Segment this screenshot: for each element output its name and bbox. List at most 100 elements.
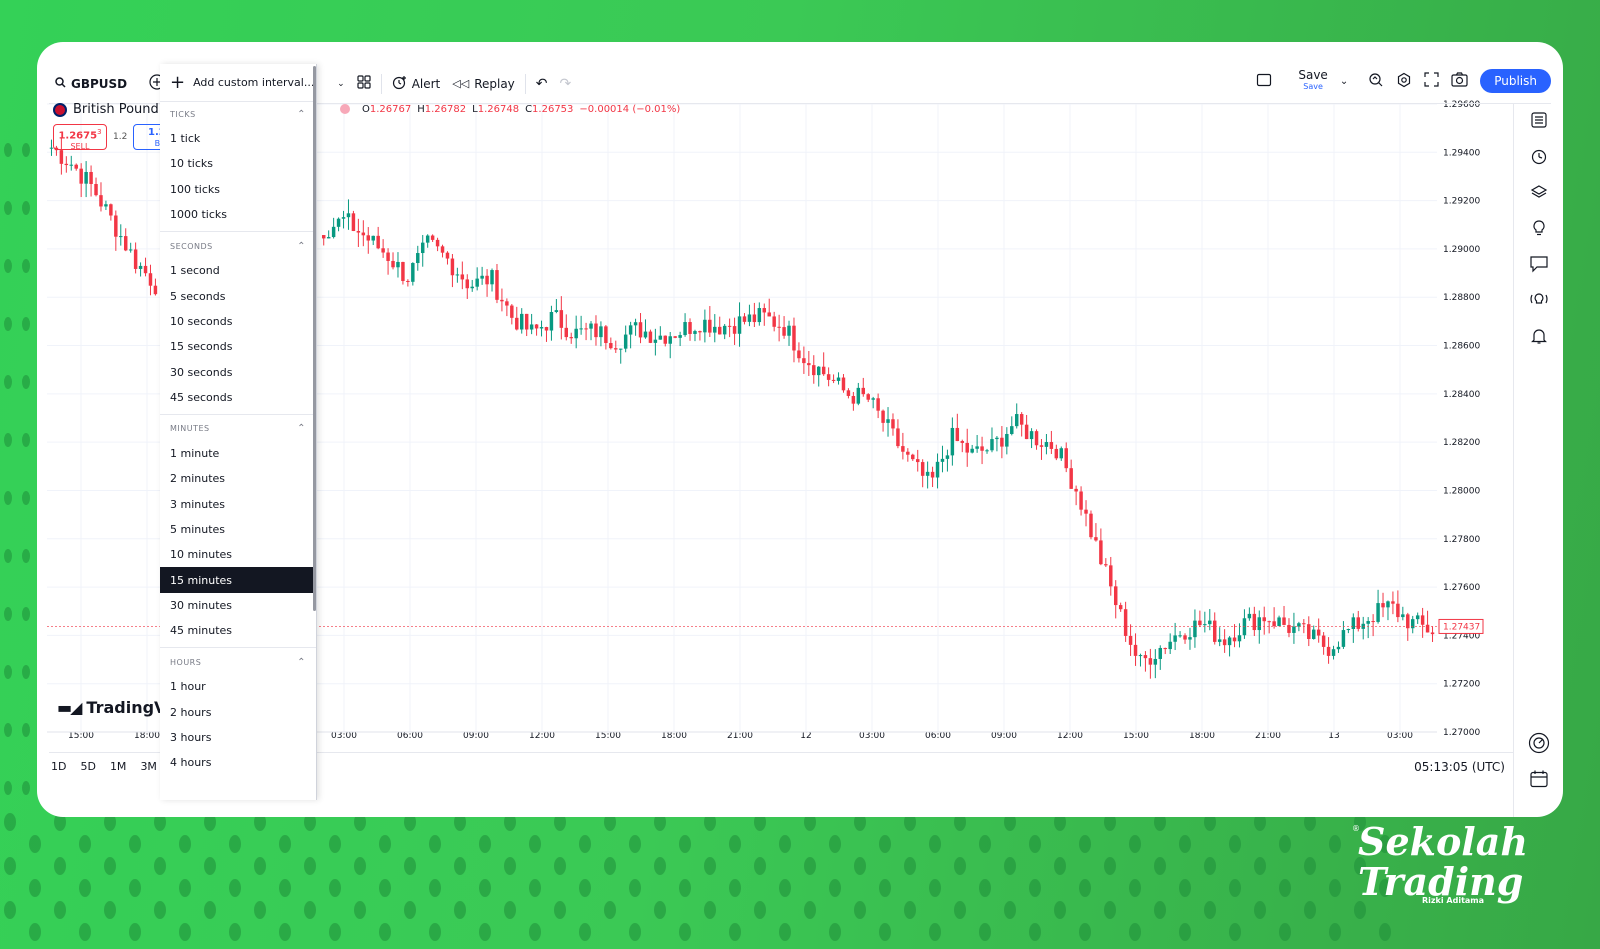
candle-body bbox=[960, 441, 965, 443]
background-dot bbox=[829, 835, 841, 853]
layouts-button[interactable] bbox=[351, 69, 377, 99]
interval-dropdown-chevron[interactable]: ⌄ bbox=[331, 69, 351, 99]
candle-body bbox=[648, 331, 653, 343]
candle-body bbox=[1104, 564, 1108, 566]
interval-option[interactable]: 2 minutes bbox=[160, 466, 316, 491]
chevron-down-icon[interactable]: ⌄ bbox=[1340, 76, 1348, 87]
interval-option[interactable]: 10 ticks bbox=[160, 151, 316, 176]
background-dot bbox=[22, 433, 30, 447]
interval-option[interactable]: 100 ticks bbox=[160, 177, 316, 202]
interval-option[interactable]: 10 seconds bbox=[160, 309, 316, 334]
candle-body bbox=[475, 278, 479, 287]
interval-option[interactable]: 3 minutes bbox=[160, 492, 316, 517]
timeframe-3m[interactable]: 3M bbox=[138, 760, 159, 773]
candle-body bbox=[1415, 615, 1420, 620]
candle-body bbox=[321, 235, 326, 239]
candle-body bbox=[975, 446, 979, 449]
candle-body bbox=[618, 348, 623, 350]
ideas-stream-icon[interactable] bbox=[1527, 288, 1551, 312]
toolbar-divider bbox=[524, 73, 526, 94]
candle-body bbox=[1148, 658, 1153, 665]
spread-value: 1.2 bbox=[113, 132, 128, 142]
candle-body bbox=[128, 249, 133, 251]
candle-body bbox=[351, 213, 356, 232]
y-tick-label: 1.28200 bbox=[1443, 438, 1480, 448]
candle-body bbox=[871, 398, 875, 400]
interval-option[interactable]: 45 seconds bbox=[160, 385, 316, 410]
menu-section-hours[interactable]: HOURS ⌃ bbox=[160, 650, 316, 674]
candle-body bbox=[361, 232, 366, 236]
background-dot bbox=[104, 857, 116, 875]
interval-option[interactable]: 1 tick bbox=[160, 126, 316, 151]
layout-square-icon[interactable] bbox=[1256, 72, 1272, 91]
chevron-up-icon: ⌃ bbox=[297, 240, 306, 252]
candle-body bbox=[846, 390, 851, 396]
sell-button[interactable]: 1.26753 SELL bbox=[53, 124, 107, 151]
sekolah-trading-brand: ® Sekolah Trading Rizki Aditama bbox=[1352, 822, 1528, 906]
interval-option[interactable]: 1000 ticks bbox=[160, 202, 316, 227]
save-button[interactable]: Save Save bbox=[1298, 69, 1327, 92]
background-dot bbox=[729, 879, 741, 897]
candle-body bbox=[1420, 615, 1425, 625]
timeframe-1m[interactable]: 1M bbox=[108, 760, 129, 773]
lightbulb-icon[interactable] bbox=[1527, 216, 1551, 240]
tradingview-window: 1.29600 1.29400 1.29200 1.29000 1.28800 1.286… bbox=[37, 42, 1563, 817]
candle-body bbox=[1341, 630, 1346, 647]
candle-body bbox=[153, 285, 158, 295]
undo-button[interactable]: ↶ bbox=[530, 69, 554, 99]
calendar-icon[interactable] bbox=[1527, 767, 1551, 791]
candle-body bbox=[772, 316, 776, 327]
interval-option[interactable]: 15 minutes bbox=[160, 567, 316, 593]
menu-section-ticks[interactable]: TICKS ⌃ bbox=[160, 102, 316, 126]
interval-option[interactable]: 2 hours bbox=[160, 700, 316, 725]
menu-section-seconds[interactable]: SECONDS ⌃ bbox=[160, 234, 316, 258]
fullscreen-icon[interactable] bbox=[1424, 72, 1439, 90]
publish-button[interactable]: Publish bbox=[1480, 69, 1551, 93]
interval-option[interactable]: 3 hours bbox=[160, 725, 316, 750]
menu-section-minutes[interactable]: MINUTES ⌃ bbox=[160, 417, 316, 441]
timeframe-1d[interactable]: 1D bbox=[49, 760, 68, 773]
candle-body bbox=[495, 270, 499, 300]
add-custom-interval-button[interactable]: + Add custom interval... bbox=[160, 64, 316, 102]
tradingview-logo[interactable]: ▬◢ TradingVi bbox=[57, 698, 172, 717]
background-dot bbox=[804, 857, 816, 875]
alarm-clock-plus-icon bbox=[392, 75, 407, 93]
candle-body bbox=[920, 462, 925, 476]
interval-option[interactable]: 4 hours bbox=[160, 750, 316, 775]
camera-icon[interactable] bbox=[1451, 72, 1468, 90]
menu-section-divider bbox=[160, 231, 316, 233]
candle-body bbox=[757, 308, 762, 323]
interval-option[interactable]: 5 seconds bbox=[160, 283, 316, 308]
candle-body bbox=[148, 273, 153, 286]
interval-option[interactable]: 15 seconds bbox=[160, 334, 316, 359]
background-dot bbox=[1029, 923, 1041, 941]
notifications-bell-icon[interactable] bbox=[1527, 324, 1551, 348]
watchlist-icon[interactable] bbox=[1527, 108, 1551, 132]
timeframe-5d[interactable]: 5D bbox=[78, 760, 97, 773]
alerts-clock-icon[interactable] bbox=[1527, 144, 1551, 168]
chat-icon[interactable] bbox=[1527, 252, 1551, 276]
layers-icon[interactable] bbox=[1527, 180, 1551, 204]
candle-body bbox=[549, 311, 554, 331]
symbol-search-button[interactable]: GBPUSD bbox=[49, 69, 133, 99]
interval-option[interactable]: 30 minutes bbox=[160, 593, 316, 618]
right-sidebar bbox=[1513, 104, 1563, 817]
candle-body bbox=[1074, 488, 1078, 492]
interval-option[interactable]: 45 minutes bbox=[160, 618, 316, 643]
candle-body bbox=[371, 235, 375, 241]
interval-option[interactable]: 30 seconds bbox=[160, 359, 316, 384]
alert-button[interactable]: Alert bbox=[386, 69, 447, 99]
interval-option[interactable]: 10 minutes bbox=[160, 542, 316, 567]
replay-button[interactable]: ◁◁ Replay bbox=[446, 69, 521, 99]
interval-option[interactable]: 1 second bbox=[160, 258, 316, 283]
settings-gear-icon[interactable] bbox=[1396, 72, 1412, 91]
background-dot bbox=[654, 857, 666, 875]
interval-option[interactable]: 1 hour bbox=[160, 674, 316, 699]
interval-option[interactable]: 5 minutes bbox=[160, 517, 316, 542]
quick-search-icon[interactable] bbox=[1368, 72, 1384, 91]
interval-option[interactable]: 1 minute bbox=[160, 441, 316, 466]
utc-clock[interactable]: 05:13:05 (UTC) bbox=[1414, 760, 1505, 774]
menu-scrollbar[interactable] bbox=[313, 66, 316, 611]
redo-button[interactable]: ↷ bbox=[554, 69, 578, 99]
target-dial-icon[interactable] bbox=[1527, 731, 1551, 755]
